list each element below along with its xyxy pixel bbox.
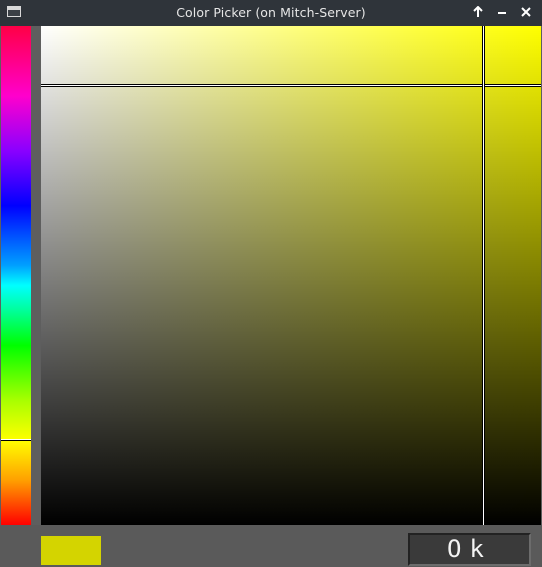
window-title: Color Picker (on Mitch-Server) [176, 5, 366, 20]
close-button[interactable] [517, 3, 535, 21]
saturation-value-area[interactable] [41, 26, 541, 525]
bottom-bar: Ok [0, 525, 542, 567]
minimize-button[interactable] [493, 3, 511, 21]
hue-slider[interactable] [1, 26, 31, 525]
title-bar[interactable]: Color Picker (on Mitch-Server) [0, 0, 542, 26]
sv-value-layer [41, 26, 541, 525]
ok-button[interactable]: Ok [408, 533, 531, 566]
color-picker-window: Color Picker (on Mitch-Server) Ok [0, 0, 542, 567]
crosshair-vertical[interactable] [483, 26, 484, 525]
minimize-icon [498, 12, 506, 14]
arrow-up-icon [473, 6, 483, 17]
crosshair-horizontal[interactable] [41, 85, 541, 86]
selected-color-swatch [41, 536, 101, 565]
keep-above-button[interactable] [469, 3, 487, 21]
close-icon [521, 7, 531, 17]
hue-slider-marker[interactable] [1, 439, 31, 440]
